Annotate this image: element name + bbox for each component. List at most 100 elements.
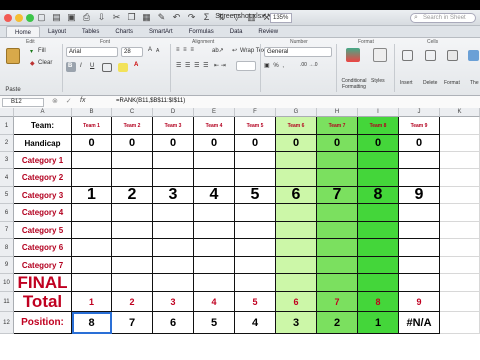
cell-e8[interactable] — [194, 239, 235, 257]
cell-g11[interactable]: 6 — [276, 292, 317, 312]
cell-j2[interactable]: 0 — [399, 135, 440, 152]
column-header-i[interactable]: I — [358, 108, 399, 117]
cell-f3[interactable] — [235, 152, 276, 169]
cell-b12[interactable]: 8 — [72, 312, 112, 334]
cell-j6[interactable] — [399, 204, 440, 222]
cell-j5[interactable]: 9 — [399, 187, 440, 204]
underline-icon[interactable]: U — [90, 63, 94, 69]
cell-i12[interactable]: 1 — [358, 312, 399, 334]
cell-d1[interactable]: Team 3 — [153, 117, 194, 135]
styles-button[interactable]: Styles — [371, 78, 385, 84]
cell-i10[interactable] — [358, 274, 399, 292]
row-label-cat6[interactable]: Category 6 — [14, 239, 72, 257]
cell-c11[interactable]: 2 — [112, 292, 153, 312]
cell-g9[interactable] — [276, 257, 317, 274]
cell-k3[interactable] — [440, 152, 480, 169]
cell-d11[interactable]: 3 — [153, 292, 194, 312]
cell-f10[interactable] — [235, 274, 276, 292]
cell-b2[interactable]: 0 — [72, 135, 112, 152]
wrap-text-icon[interactable]: ↩ — [232, 47, 237, 54]
cell-e9[interactable] — [194, 257, 235, 274]
tab-tables[interactable]: Tables — [74, 26, 107, 37]
font-name-select[interactable]: Arial — [66, 47, 118, 57]
cell-k12[interactable] — [440, 312, 480, 334]
formula-action-icons[interactable]: ⊗ ✓ — [52, 97, 75, 105]
cell-h1[interactable]: Team 7 — [317, 117, 358, 135]
cell-h2[interactable]: 0 — [317, 135, 358, 152]
cell-j12[interactable]: #N/A — [399, 312, 440, 334]
number-format-select[interactable]: General — [264, 47, 332, 57]
font-color-icon[interactable]: A — [134, 62, 138, 68]
row-header-12[interactable]: 12 — [0, 312, 14, 334]
cell-g4[interactable] — [276, 169, 317, 187]
tab-layout[interactable]: Layout — [40, 26, 74, 37]
cell-g1[interactable]: Team 6 — [276, 117, 317, 135]
row-label-handicap[interactable]: Handicap — [14, 135, 72, 152]
shrink-font-icon[interactable]: A — [156, 48, 159, 54]
cell-f5[interactable]: 5 — [235, 187, 276, 204]
cell-c9[interactable] — [112, 257, 153, 274]
cell-g12[interactable]: 3 — [276, 312, 317, 334]
row-label-cat4[interactable]: Category 4 — [14, 204, 72, 222]
cell-b8[interactable] — [72, 239, 112, 257]
cell-h12[interactable]: 2 — [317, 312, 358, 334]
clear-button[interactable]: Clear — [38, 60, 52, 66]
row-label-total[interactable]: Total — [14, 292, 72, 312]
insert-button[interactable]: Insert — [400, 80, 413, 86]
insert-icon[interactable] — [402, 50, 413, 61]
row-header-3[interactable]: 3 — [0, 152, 14, 169]
cell-j1[interactable]: Team 9 — [399, 117, 440, 135]
cell-c1[interactable]: Team 2 — [112, 117, 153, 135]
cell-e7[interactable] — [194, 222, 235, 239]
cell-i4[interactable] — [358, 169, 399, 187]
conditional-formatting-icon[interactable] — [346, 48, 360, 62]
name-box[interactable]: B12 — [2, 98, 44, 107]
font-size-select[interactable]: 28 — [121, 47, 143, 57]
cell-d3[interactable] — [153, 152, 194, 169]
cell-c12[interactable]: 7 — [112, 312, 153, 334]
cell-d8[interactable] — [153, 239, 194, 257]
row-label-cat3[interactable]: Category 3 — [14, 187, 72, 204]
cell-k9[interactable] — [440, 257, 480, 274]
cell-d9[interactable] — [153, 257, 194, 274]
italic-icon[interactable]: I — [80, 63, 82, 69]
row-header-11[interactable]: 11 — [0, 292, 14, 312]
cell-j4[interactable] — [399, 169, 440, 187]
zoom-field[interactable]: 135% — [270, 13, 292, 23]
cell-j3[interactable] — [399, 152, 440, 169]
cell-h8[interactable] — [317, 239, 358, 257]
cell-h4[interactable] — [317, 169, 358, 187]
cell-k11[interactable] — [440, 292, 480, 312]
select-all-corner[interactable] — [0, 108, 14, 117]
cell-j9[interactable] — [399, 257, 440, 274]
wrap-text-button[interactable]: Wrap Text — [240, 48, 267, 54]
styles-icon[interactable] — [373, 48, 387, 62]
column-header-f[interactable]: F — [235, 108, 276, 117]
cell-d2[interactable]: 0 — [153, 135, 194, 152]
tab-review[interactable]: Review — [250, 26, 286, 37]
format-button[interactable]: Format — [444, 80, 460, 86]
conditional-formatting-button[interactable]: Conditional Formatting — [338, 78, 370, 90]
cell-c4[interactable] — [112, 169, 153, 187]
formula-input[interactable]: =RANK(B11,$B$11:$I$11) — [116, 98, 185, 104]
cell-k10[interactable] — [440, 274, 480, 292]
column-header-c[interactable]: C — [112, 108, 153, 117]
merge-button[interactable] — [236, 61, 256, 71]
text-orientation-icon[interactable]: ab↗ — [212, 47, 224, 54]
cell-g10[interactable] — [276, 274, 317, 292]
decimal-icons[interactable]: .00 →.0 — [300, 62, 318, 68]
cell-b9[interactable] — [72, 257, 112, 274]
row-label-cat7[interactable]: Category 7 — [14, 257, 72, 274]
tab-data[interactable]: Data — [222, 26, 251, 37]
tab-formulas[interactable]: Formulas — [181, 26, 222, 37]
row-label-cat5[interactable]: Category 5 — [14, 222, 72, 239]
cell-h5[interactable]: 7 — [317, 187, 358, 204]
cell-d12[interactable]: 6 — [153, 312, 194, 334]
cell-h3[interactable] — [317, 152, 358, 169]
cell-f4[interactable] — [235, 169, 276, 187]
cell-f1[interactable]: Team 5 — [235, 117, 276, 135]
row-header-8[interactable]: 8 — [0, 239, 14, 257]
cell-f11[interactable]: 5 — [235, 292, 276, 312]
cell-h10[interactable] — [317, 274, 358, 292]
cell-i5[interactable]: 8 — [358, 187, 399, 204]
